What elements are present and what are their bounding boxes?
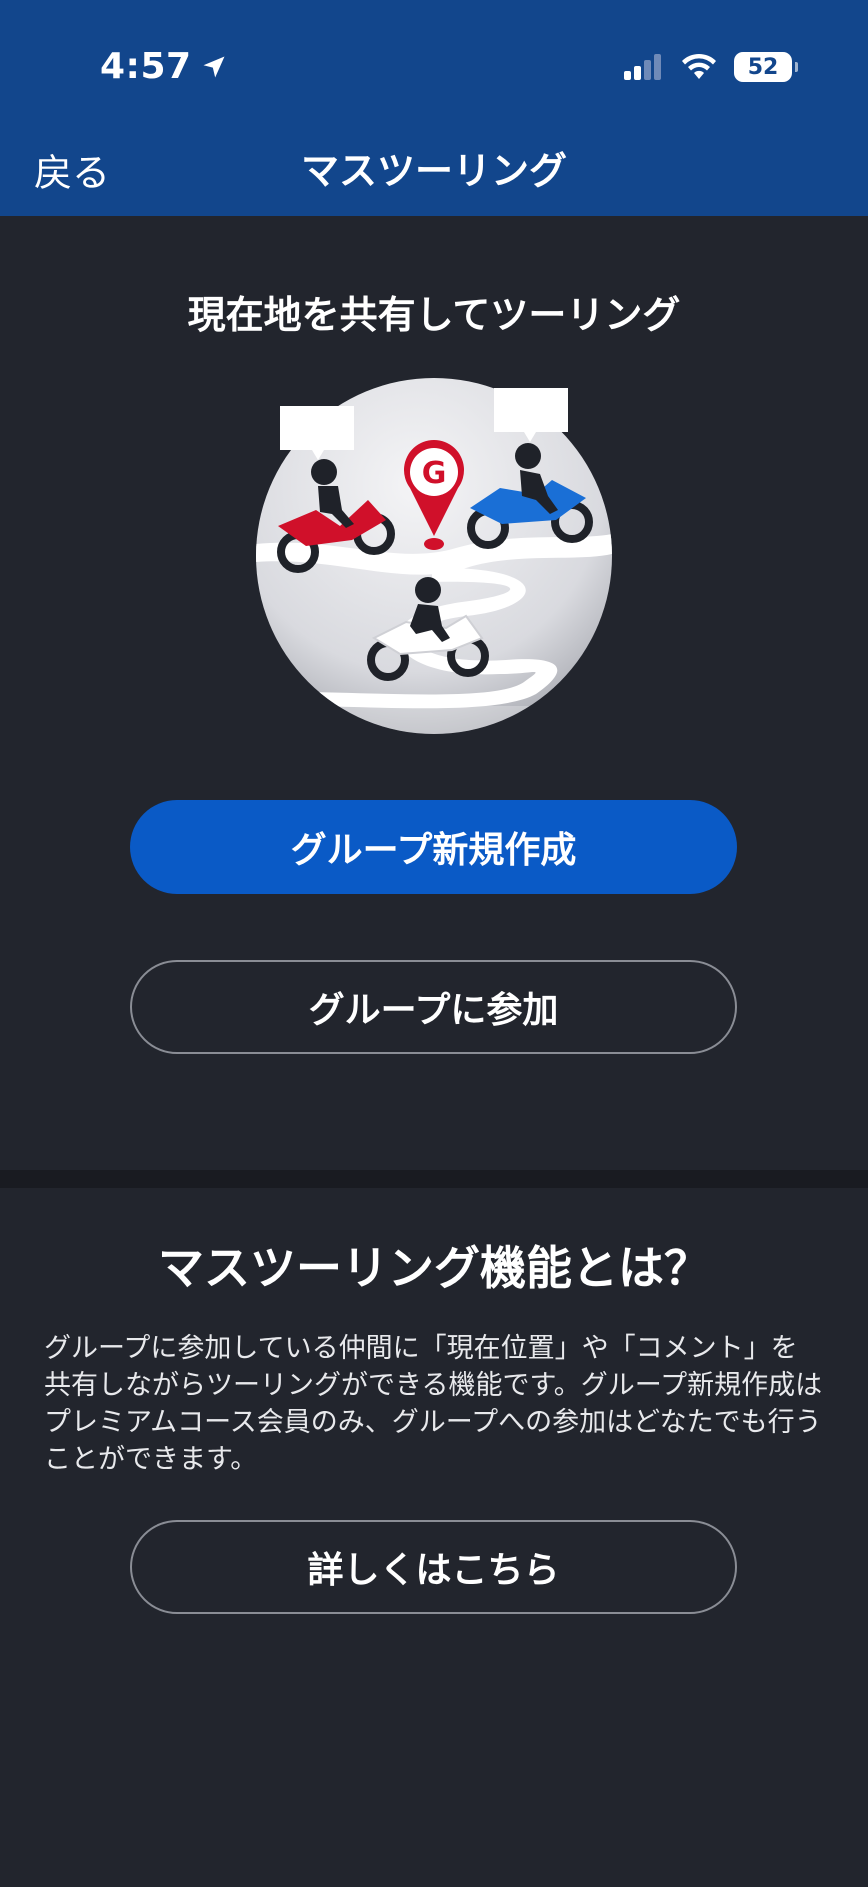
section-divider: [0, 1170, 868, 1188]
battery-level: 52: [747, 54, 779, 80]
status-indicators: 52: [624, 52, 798, 82]
battery-indicator: 52: [734, 52, 798, 82]
create-group-button[interactable]: グループ新規作成: [130, 800, 737, 894]
cellular-signal-icon: [624, 54, 661, 80]
status-time: 4:57: [100, 46, 228, 87]
status-time-text: 4:57: [100, 46, 192, 87]
about-description: グループに参加している仲間に「現在位置」や「コメント」を共有しながらツーリングが…: [44, 1333, 823, 1475]
page-title: マスツーリング: [300, 149, 567, 193]
svg-text:G: G: [422, 456, 447, 491]
join-group-button[interactable]: グループに参加: [130, 960, 737, 1054]
speech-bubble-left: [280, 406, 354, 450]
wifi-icon: [682, 53, 716, 79]
details-button[interactable]: 詳しくはこちら: [130, 1520, 737, 1614]
location-arrow-icon: [203, 56, 225, 77]
touring-illustration: G: [256, 378, 612, 734]
about-section-title: マスツーリング機能とは？: [158, 1241, 710, 1295]
header: 4:57 52 戻る マスツーリング: [0, 0, 868, 216]
speech-bubble-right: [494, 388, 568, 432]
share-section-title: 現在地を共有してツーリング: [187, 293, 681, 337]
